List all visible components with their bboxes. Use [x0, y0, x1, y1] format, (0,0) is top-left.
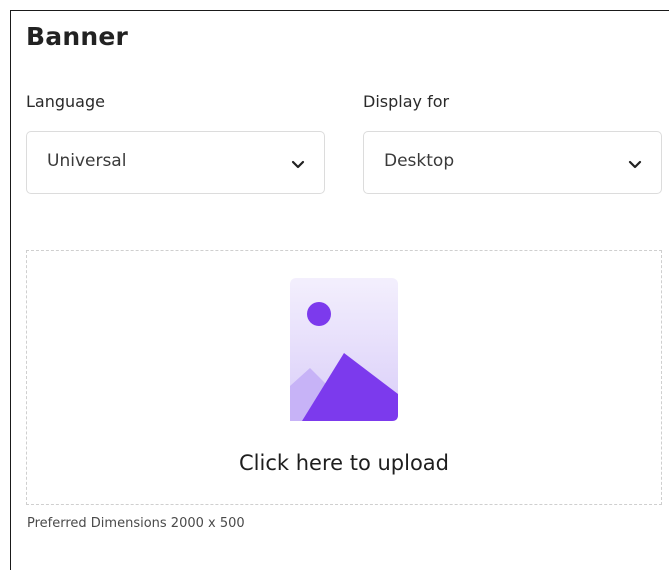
language-label: Language [26, 92, 105, 111]
chevron-down-icon [628, 160, 642, 169]
chevron-down-icon [291, 160, 305, 169]
section-title: Banner [26, 22, 129, 51]
image-placeholder-icon [290, 278, 398, 421]
display-for-select[interactable]: Desktop [363, 131, 662, 194]
upload-prompt: Click here to upload [239, 451, 449, 475]
display-for-label: Display for [363, 92, 450, 111]
language-select-value: Universal [47, 151, 127, 171]
upload-dropzone[interactable]: Click here to upload [26, 250, 662, 505]
display-for-select-value: Desktop [384, 151, 455, 171]
dimension-hint: Preferred Dimensions 2000 x 500 [27, 516, 245, 531]
language-select[interactable]: Universal [26, 131, 325, 194]
